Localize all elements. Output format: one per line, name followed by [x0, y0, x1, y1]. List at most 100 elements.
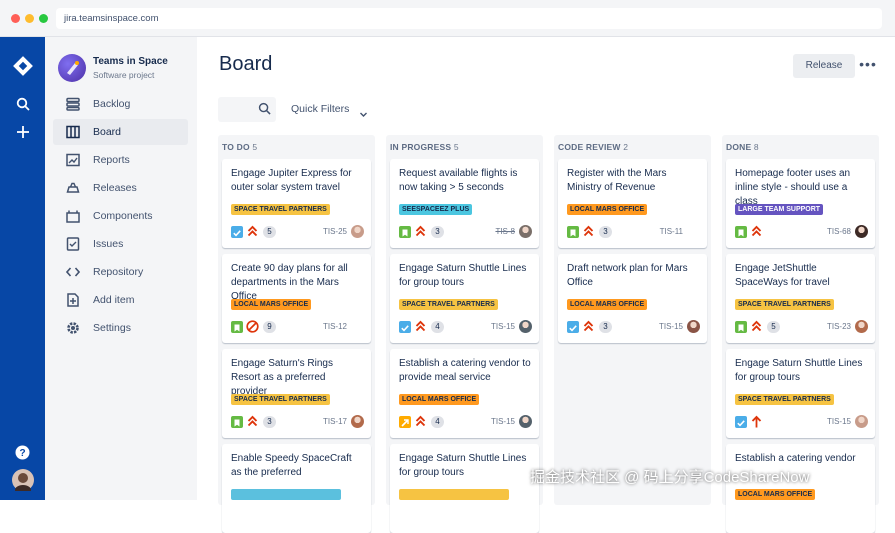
more-actions-button[interactable]: ••• [858, 54, 878, 78]
assignee-avatar[interactable] [351, 415, 364, 428]
assignee-avatar[interactable] [519, 320, 532, 333]
chevron-down-icon[interactable] [359, 105, 368, 123]
card-title: Establish a catering vendor to provide m… [399, 358, 531, 383]
priority-highest-icon [246, 225, 259, 243]
issue-card[interactable]: Establish a catering vendor to provide m… [390, 349, 539, 438]
issue-card[interactable]: Draft network plan for Mars Office LOCAL … [558, 254, 707, 343]
project-sidebar: Teams in Space Software project Backlog … [45, 37, 197, 500]
issue-key[interactable]: TIS-17 [323, 417, 347, 426]
card-footer: TIS-68 [735, 225, 868, 239]
epic-label[interactable]: LOCAL MARS OFFICE [231, 299, 312, 310]
issue-key[interactable]: TIS-12 [323, 322, 347, 331]
epic-label[interactable]: LOCAL MARS OFFICE [567, 299, 648, 310]
search-input[interactable] [218, 97, 276, 122]
reports-icon [65, 152, 81, 168]
story-points-badge: 3 [431, 226, 444, 238]
story-type-icon [231, 416, 243, 428]
issue-key[interactable]: TIS-15 [491, 417, 515, 426]
watermark: 掘金技术社区 @ 码上分享CodeShareNow [530, 469, 810, 486]
issue-key[interactable]: TIS-25 [323, 227, 347, 236]
board-column: DONE 8 Homepage footer uses an inline sty… [722, 135, 879, 533]
epic-label[interactable]: SEESPACEEZ PLUS [399, 204, 473, 215]
issue-key[interactable]: TIS-15 [491, 322, 515, 331]
sidebar-item-repository[interactable]: Repository [53, 259, 188, 285]
minimize-window-button[interactable] [25, 14, 34, 23]
quick-filters-dropdown[interactable]: Quick Filters [291, 103, 349, 115]
epic-label[interactable]: SPACE TRAVEL PARTNERS [399, 299, 498, 310]
address-bar[interactable]: jira.teamsinspace.com [56, 8, 882, 29]
issue-card[interactable]: Engage Jupiter Express for outer solar s… [222, 159, 371, 248]
issue-card[interactable]: Request available flights is now taking … [390, 159, 539, 248]
assignee-avatar[interactable] [519, 225, 532, 238]
issue-card[interactable]: Engage Saturn Shuttle Lines for group to… [390, 444, 539, 533]
sidebar-item-add-item[interactable]: Add item [53, 287, 188, 313]
sidebar-item-components[interactable]: Components [53, 203, 188, 229]
issue-card[interactable]: Register with the Mars Ministry of Reven… [558, 159, 707, 248]
issue-key[interactable]: TIS-15 [827, 417, 851, 426]
create-plus-icon[interactable] [0, 121, 45, 143]
sidebar-item-label: Issues [93, 238, 124, 250]
card-footer: 4 TIS-15 [399, 320, 532, 334]
sidebar-item-label: Reports [93, 154, 130, 166]
epic-label[interactable]: SPACE TRAVEL PARTNERS [735, 394, 834, 405]
epic-label[interactable]: LOCAL MARS OFFICE [735, 489, 816, 500]
sidebar-item-reports[interactable]: Reports [53, 147, 188, 173]
project-avatar-icon[interactable] [58, 54, 86, 82]
assignee-avatar[interactable] [351, 225, 364, 238]
assignee-avatar[interactable] [855, 415, 868, 428]
assignee-avatar[interactable] [687, 320, 700, 333]
card-title: Homepage footer uses an inline style - s… [735, 168, 851, 207]
search-icon[interactable] [0, 93, 45, 115]
priority-high-icon [414, 415, 427, 433]
column-name: TO DO [222, 142, 250, 152]
board-column: TO DO 5 Engage Jupiter Express for outer … [218, 135, 375, 533]
issue-card[interactable]: Engage Saturn Shuttle Lines for group to… [390, 254, 539, 343]
sidebar-item-settings[interactable]: Settings [53, 315, 188, 341]
issue-key[interactable]: TIS-11 [660, 227, 683, 236]
column-header: CODE REVIEW 2 [558, 142, 628, 152]
card-title: Request available flights is now taking … [399, 168, 518, 193]
epic-label[interactable]: LARGE TEAM SUPPORT [735, 204, 824, 215]
close-window-button[interactable] [11, 14, 20, 23]
issue-key[interactable]: TIS-23 [827, 322, 851, 331]
issue-card[interactable]: Engage Saturn's Rings Resort as a prefer… [222, 349, 371, 438]
priority-highest-icon [414, 225, 427, 243]
project-name[interactable]: Teams in Space [93, 56, 168, 67]
epic-label[interactable]: LOCAL MARS OFFICE [399, 394, 480, 405]
release-button[interactable]: Release [793, 54, 855, 78]
issue-card[interactable]: Engage JetShuttle SpaceWays for travel SP… [726, 254, 875, 343]
epic-label[interactable]: SPACE TRAVEL PARTNERS [231, 204, 330, 215]
issue-card[interactable]: Homepage footer uses an inline style - s… [726, 159, 875, 248]
assignee-avatar[interactable] [519, 415, 532, 428]
profile-avatar[interactable] [0, 467, 45, 493]
priority-high-icon [414, 320, 427, 338]
priority-highest-icon [246, 415, 259, 433]
sidebar-item-releases[interactable]: Releases [53, 175, 188, 201]
column-count: 5 [252, 142, 258, 152]
epic-label[interactable]: SPACE TRAVEL PARTNERS [231, 394, 330, 405]
epic-label[interactable]: LOCAL MARS OFFICE [567, 204, 648, 215]
sidebar-item-backlog[interactable]: Backlog [53, 91, 188, 117]
issue-key[interactable]: TIS-68 [827, 227, 851, 236]
help-icon[interactable]: ? [0, 441, 45, 463]
issue-card[interactable]: Create 90 day plans for all departments … [222, 254, 371, 343]
issue-key[interactable]: TIS-8 [495, 227, 515, 236]
task-type-icon [735, 416, 747, 428]
issue-card[interactable]: Establish a catering vendor LOCAL MARS OF… [726, 444, 875, 533]
issue-card[interactable]: Enable Speedy SpaceCraft as the preferre… [222, 444, 371, 533]
card-title: Engage Saturn Shuttle Lines for group to… [399, 263, 527, 288]
sidebar-item-label: Releases [93, 182, 137, 194]
issue-card[interactable]: Engage Saturn Shuttle Lines for group to… [726, 349, 875, 438]
sidebar-item-label: Components [93, 210, 153, 222]
maximize-window-button[interactable] [39, 14, 48, 23]
sidebar-item-board[interactable]: Board [53, 119, 188, 145]
card-title: Create 90 day plans for all departments … [231, 263, 348, 302]
jira-logo-icon[interactable] [0, 52, 45, 80]
browser-chrome: jira.teamsinspace.com [0, 0, 895, 37]
issue-key[interactable]: TIS-15 [659, 322, 683, 331]
assignee-avatar[interactable] [855, 320, 868, 333]
assignee-avatar[interactable] [855, 225, 868, 238]
sidebar-item-issues[interactable]: Issues [53, 231, 188, 257]
sidebar-item-label: Backlog [93, 98, 131, 110]
epic-label[interactable]: SPACE TRAVEL PARTNERS [735, 299, 834, 310]
